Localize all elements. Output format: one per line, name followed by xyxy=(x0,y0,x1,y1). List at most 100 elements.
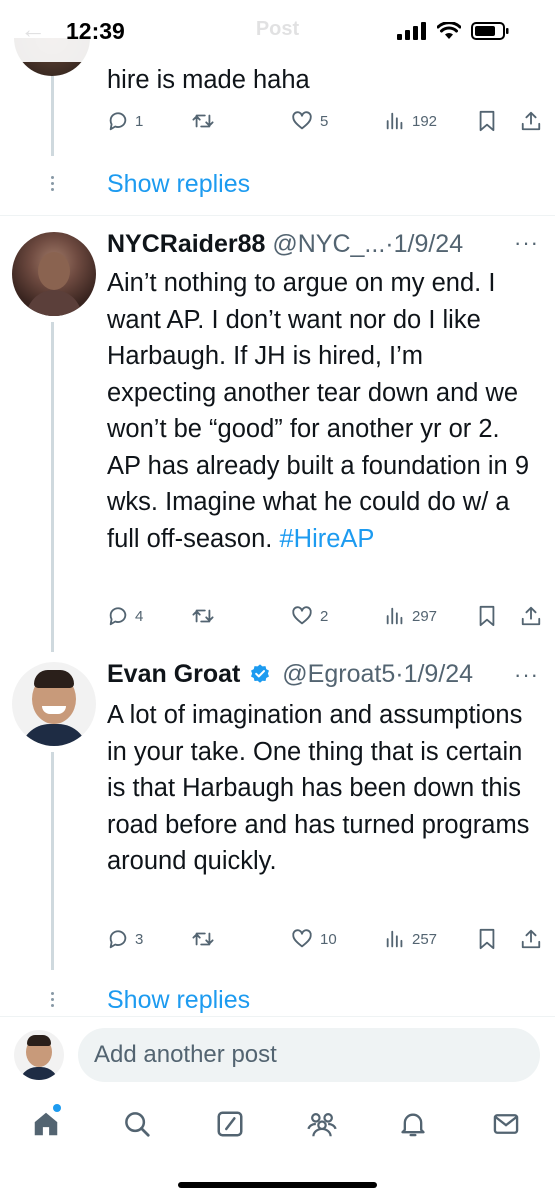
views-icon xyxy=(386,112,403,130)
show-replies-link[interactable]: Show replies xyxy=(107,170,250,199)
wifi-icon xyxy=(437,22,461,39)
status-bar: ← Post 12:39 xyxy=(0,0,555,62)
post-actions: 3 10 257 xyxy=(107,928,542,956)
bookmark-button[interactable] xyxy=(477,110,497,132)
tab-messages[interactable] xyxy=(490,1108,522,1140)
reply-count: 1 xyxy=(135,112,144,130)
thread-continuation-dots xyxy=(51,992,55,1010)
post-body: Ain’t nothing to argue on my end. I want… xyxy=(107,269,529,553)
bookmark-icon xyxy=(479,110,495,132)
avatar[interactable] xyxy=(12,662,96,746)
share-button[interactable] xyxy=(520,605,542,627)
repost-button[interactable] xyxy=(191,110,221,132)
views-count: 297 xyxy=(412,607,438,625)
views-count: 257 xyxy=(412,930,438,948)
views-icon xyxy=(386,607,403,625)
post-actions: 1 5 192 xyxy=(107,110,542,138)
reply-icon xyxy=(109,112,127,131)
compose-reply-input[interactable]: Add another post xyxy=(78,1028,540,1082)
reply-button[interactable]: 4 xyxy=(107,605,143,627)
display-name[interactable]: NYCRaider88 xyxy=(107,230,265,258)
share-icon xyxy=(521,929,541,949)
post-date[interactable]: 1/9/24 xyxy=(404,660,474,688)
share-icon xyxy=(521,606,541,626)
bell-icon xyxy=(401,1113,425,1137)
communities-icon xyxy=(307,1113,337,1137)
post-text: Ain’t nothing to argue on my end. I want… xyxy=(107,265,537,557)
hashtag-link[interactable]: #HireAP xyxy=(279,525,374,553)
thread-line xyxy=(51,322,54,652)
grok-icon xyxy=(217,1111,243,1137)
repost-icon xyxy=(192,609,214,623)
cellular-signal-icon xyxy=(397,22,426,40)
status-time: 12:39 xyxy=(66,18,125,44)
repost-icon xyxy=(192,932,214,946)
repost-icon xyxy=(192,114,214,128)
post-date[interactable]: 1/9/24 xyxy=(394,230,464,258)
divider xyxy=(0,215,555,216)
battery-icon xyxy=(471,22,509,40)
reply-icon xyxy=(109,607,127,626)
tab-home[interactable] xyxy=(30,1108,62,1140)
heart-icon xyxy=(292,929,312,948)
divider xyxy=(0,1016,555,1017)
heart-icon xyxy=(292,111,312,130)
thread-continuation-dots xyxy=(51,176,55,194)
tab-notifications[interactable] xyxy=(397,1108,429,1140)
separator-dot: · xyxy=(385,230,394,258)
tab-search[interactable] xyxy=(121,1108,153,1140)
compose-avatar xyxy=(14,1030,64,1080)
post-header: Evan Groat @Egroat5·1/9/24 xyxy=(107,660,473,689)
tab-grok[interactable] xyxy=(214,1108,246,1140)
like-button[interactable]: 10 xyxy=(290,928,337,950)
bookmark-button[interactable] xyxy=(477,928,497,950)
share-button[interactable] xyxy=(520,110,542,132)
separator-dot: · xyxy=(395,660,404,688)
tab-communities[interactable] xyxy=(306,1108,338,1140)
thread-line xyxy=(51,752,54,970)
thread-line xyxy=(51,76,54,156)
bookmark-icon xyxy=(479,928,495,950)
status-icons xyxy=(397,22,509,40)
post-actions: 4 2 297 xyxy=(107,605,542,633)
reply-count: 4 xyxy=(135,607,144,625)
repost-button[interactable] xyxy=(191,605,221,627)
heart-icon xyxy=(292,606,312,625)
avatar[interactable] xyxy=(12,232,96,316)
notification-dot xyxy=(53,1104,61,1112)
verified-badge-icon xyxy=(251,664,270,683)
envelope-icon xyxy=(493,1114,519,1134)
compose-placeholder: Add another post xyxy=(94,1041,277,1068)
like-button[interactable]: 5 xyxy=(290,110,328,132)
views-button[interactable]: 192 xyxy=(384,110,437,132)
home-icon xyxy=(34,1112,58,1136)
search-icon xyxy=(125,1112,150,1137)
like-count: 2 xyxy=(320,607,329,625)
views-button[interactable]: 297 xyxy=(384,605,437,627)
user-handle[interactable]: @NYC_... xyxy=(272,230,385,258)
home-indicator xyxy=(178,1182,377,1188)
reply-button[interactable]: 3 xyxy=(107,928,143,950)
reply-icon xyxy=(109,930,127,949)
post-text: A lot of imagination and assumptions in … xyxy=(107,701,530,875)
views-button[interactable]: 257 xyxy=(384,928,437,950)
like-count: 10 xyxy=(320,930,337,948)
user-handle[interactable]: @Egroat5 xyxy=(282,660,395,688)
more-options-icon[interactable]: ··· xyxy=(514,230,539,256)
reply-button[interactable]: 1 xyxy=(107,110,143,132)
display-name[interactable]: Evan Groat xyxy=(107,660,240,688)
bookmark-icon xyxy=(479,605,495,627)
like-count: 5 xyxy=(320,112,329,130)
views-count: 192 xyxy=(412,112,438,130)
show-replies-link[interactable]: Show replies xyxy=(107,986,250,1015)
share-button[interactable] xyxy=(520,928,542,950)
more-options-icon[interactable]: ··· xyxy=(514,662,539,688)
bookmark-button[interactable] xyxy=(477,605,497,627)
share-icon xyxy=(521,111,541,131)
reply-count: 3 xyxy=(135,930,144,948)
like-button[interactable]: 2 xyxy=(290,605,328,627)
post-text: hire is made haha xyxy=(107,66,310,94)
views-icon xyxy=(386,930,403,948)
post-header: NYCRaider88 @NYC_...·1/9/24 xyxy=(107,230,463,259)
repost-button[interactable] xyxy=(191,928,221,950)
